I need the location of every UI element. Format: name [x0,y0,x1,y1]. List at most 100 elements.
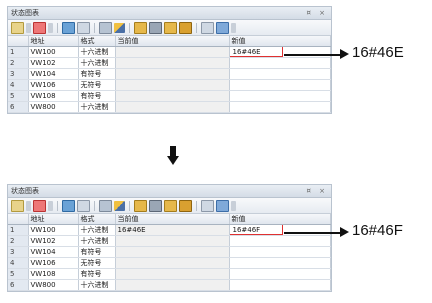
address-cell[interactable]: VW100 [28,224,79,236]
address-cell[interactable]: VW106 [28,257,79,269]
window-controls[interactable]: ¤ × [306,7,328,19]
column-header-new-value[interactable]: 新值 [229,214,331,225]
table-row[interactable]: 6 VW800 十六进制 [8,279,331,291]
status-table: 地址 格式 当前值 新值 1 VW100 十六进制 16#46E 2 VW102… [8,36,331,113]
address-cell[interactable]: VW108 [28,268,79,280]
read-icon[interactable] [149,21,162,34]
column-header-current-value[interactable]: 当前值 [115,36,230,47]
column-header-rownum [8,36,29,47]
dropdown-icon[interactable] [26,200,31,211]
format-cell[interactable]: 有符号 [78,68,116,80]
table-icon[interactable] [62,21,75,34]
column-header-current-value[interactable]: 当前值 [115,214,230,225]
table-row[interactable]: 2 VW102 十六进制 [8,235,331,247]
address-cell[interactable]: VW104 [28,246,79,258]
new-value-cell[interactable] [229,279,331,291]
new-value-cell[interactable] [229,90,331,102]
address-cell[interactable]: VW800 [28,101,79,113]
new-value-cell[interactable]: 16#46E [229,46,331,58]
add-icon[interactable] [11,199,24,212]
table-row[interactable]: 1 VW100 十六进制 16#46E [8,46,331,58]
address-cell[interactable]: VW100 [28,46,79,58]
table-row[interactable]: 1 VW100 十六进制 16#46E 16#46F [8,224,331,236]
column-header-address[interactable]: 地址 [28,214,79,225]
toolbar [8,198,331,214]
format-cell[interactable]: 十六进制 [78,235,116,247]
new-value-edit-field[interactable]: 16#46E [229,46,283,57]
table-row[interactable]: 6 VW800 十六进制 [8,101,331,113]
sheet-icon[interactable] [77,21,90,34]
right-arrow-icon [340,227,349,237]
view-icon[interactable] [216,199,229,212]
new-value-cell[interactable] [229,57,331,69]
delete-icon[interactable] [33,199,46,212]
table-row[interactable]: 5 VW108 有符号 [8,268,331,280]
format-cell[interactable]: 十六进制 [78,101,116,113]
new-value-cell[interactable] [229,101,331,113]
table-header-row: 地址 格式 当前值 新值 [8,214,331,225]
window-title: 状态图表 [11,187,39,195]
table-icon[interactable] [62,199,75,212]
table-row[interactable]: 2 VW102 十六进制 [8,57,331,69]
dropdown-icon[interactable] [26,22,31,33]
lock-icon[interactable] [134,21,147,34]
trend-icon[interactable] [201,21,214,34]
trend-icon[interactable] [201,199,214,212]
table-row[interactable]: 4 VW106 无符号 [8,257,331,269]
table-row[interactable]: 3 VW104 有符号 [8,68,331,80]
write-icon[interactable] [164,199,177,212]
format-cell[interactable]: 无符号 [78,257,116,269]
force-icon[interactable] [179,21,192,34]
read-icon[interactable] [149,199,162,212]
address-cell[interactable]: VW102 [28,235,79,247]
view-icon[interactable] [216,21,229,34]
address-cell[interactable]: VW104 [28,68,79,80]
address-cell[interactable]: VW106 [28,79,79,91]
new-value-cell[interactable] [229,257,331,269]
table-row[interactable]: 5 VW108 有符号 [8,90,331,102]
new-value-cell[interactable] [229,68,331,80]
table-row[interactable]: 3 VW104 有符号 [8,246,331,258]
format-cell[interactable]: 十六进制 [78,224,116,236]
force-icon[interactable] [179,199,192,212]
column-header-address[interactable]: 地址 [28,36,79,47]
window-controls[interactable]: ¤ × [306,185,328,197]
address-cell[interactable]: VW800 [28,279,79,291]
sheet-icon[interactable] [77,199,90,212]
chart-icon[interactable] [99,21,112,34]
write-icon[interactable] [164,21,177,34]
new-value-cell[interactable] [229,246,331,258]
new-value-cell[interactable] [229,79,331,91]
format-cell[interactable]: 无符号 [78,79,116,91]
dropdown-icon[interactable] [231,22,236,33]
dropdown-icon[interactable] [48,200,53,211]
format-cell[interactable]: 十六进制 [78,57,116,69]
address-cell[interactable]: VW108 [28,90,79,102]
delete-icon[interactable] [33,21,46,34]
current-value-cell [115,257,230,269]
format-cell[interactable]: 有符号 [78,90,116,102]
column-header-format[interactable]: 格式 [78,36,116,47]
table-row[interactable]: 4 VW106 无符号 [8,79,331,91]
column-header-format[interactable]: 格式 [78,214,116,225]
format-cell[interactable]: 有符号 [78,268,116,280]
new-value-cell[interactable] [229,268,331,280]
new-value-edit-field[interactable]: 16#46F [229,224,283,235]
new-value-cell[interactable] [229,235,331,247]
new-value-cell[interactable]: 16#46F [229,224,331,236]
format-cell[interactable]: 有符号 [78,246,116,258]
chart-icon[interactable] [99,199,112,212]
pencil-icon[interactable] [114,200,125,211]
dropdown-icon[interactable] [231,200,236,211]
row-number: 5 [8,90,29,102]
lock-icon[interactable] [134,199,147,212]
address-cell[interactable]: VW102 [28,57,79,69]
current-value-cell [115,79,230,91]
dropdown-icon[interactable] [48,22,53,33]
column-header-new-value[interactable]: 新值 [229,36,331,47]
format-cell[interactable]: 十六进制 [78,279,116,291]
pencil-icon[interactable] [114,22,125,33]
window-title: 状态图表 [11,9,39,17]
add-icon[interactable] [11,21,24,34]
format-cell[interactable]: 十六进制 [78,46,116,58]
